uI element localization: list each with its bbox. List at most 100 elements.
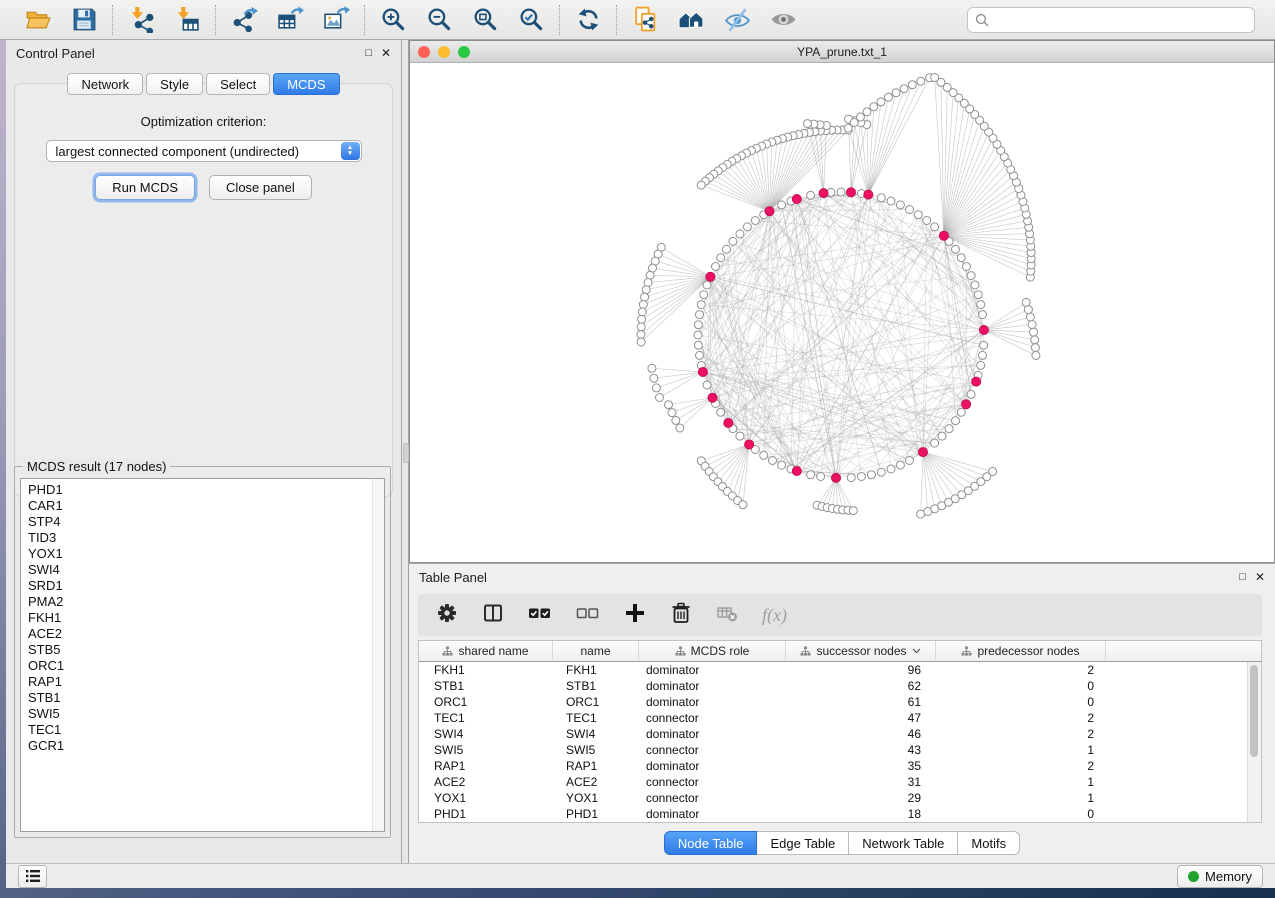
export-table-button[interactable] — [275, 5, 305, 35]
settings-gear-icon — [436, 602, 458, 624]
table-row[interactable]: ORC1ORC1dominator610 — [419, 694, 1261, 710]
result-node-item[interactable]: SWI4 — [28, 562, 384, 578]
tab-network[interactable]: Network — [67, 73, 143, 95]
result-node-item[interactable]: FKH1 — [28, 610, 384, 626]
table-row[interactable]: RAP1RAP1dominator352 — [419, 758, 1261, 774]
save-session-button[interactable] — [69, 5, 99, 35]
table-cell: 1 — [936, 790, 1106, 806]
close-panel-button[interactable]: Close panel — [209, 175, 312, 200]
search-field[interactable] — [967, 7, 1255, 33]
result-node-item[interactable]: SRD1 — [28, 578, 384, 594]
deselect-all-rows-button[interactable] — [576, 602, 600, 629]
tab-node-table[interactable]: Node Table — [664, 831, 758, 855]
result-node-item[interactable]: RAP1 — [28, 674, 384, 690]
result-node-item[interactable]: STB1 — [28, 690, 384, 706]
result-node-item[interactable]: TID3 — [28, 530, 384, 546]
open-file-button[interactable] — [23, 5, 53, 35]
table-scrollbar[interactable] — [1247, 662, 1261, 822]
tab-motifs[interactable]: Motifs — [958, 831, 1020, 855]
run-mcds-button[interactable]: Run MCDS — [95, 175, 195, 200]
tab-network-table[interactable]: Network Table — [849, 831, 958, 855]
minimize-window-icon[interactable] — [438, 46, 450, 58]
column-header-MCDS-role[interactable]: MCDS role — [639, 641, 786, 662]
add-icon — [624, 602, 646, 624]
refresh-layout-button[interactable] — [573, 5, 603, 35]
task-history-button[interactable] — [18, 865, 47, 888]
result-node-item[interactable]: TEC1 — [28, 722, 384, 738]
show-all-button[interactable] — [768, 5, 798, 35]
table-row[interactable]: TEC1TEC1connector472 — [419, 710, 1261, 726]
close-panel-icon[interactable]: ✕ — [381, 48, 391, 59]
table-row[interactable]: STB1STB1dominator620 — [419, 678, 1261, 694]
column-header-predecessor-nodes[interactable]: predecessor nodes — [936, 641, 1106, 662]
table-row[interactable]: PHD1PHD1dominator180 — [419, 806, 1261, 822]
save-icon — [71, 6, 98, 33]
import-table-button[interactable] — [172, 5, 202, 35]
zoom-selected-button[interactable] — [516, 5, 546, 35]
table-cell: dominator — [639, 726, 786, 742]
first-neighbors-button[interactable] — [676, 5, 706, 35]
table-scrollbar-thumb[interactable] — [1250, 665, 1258, 757]
column-header-filler — [1106, 641, 1261, 662]
result-node-item[interactable]: ORC1 — [28, 658, 384, 674]
result-list-scrollbar[interactable] — [372, 479, 384, 831]
table-row[interactable]: FKH1FKH1dominator962 — [419, 662, 1261, 678]
search-input[interactable] — [994, 11, 1247, 28]
table-cell: RAP1 — [419, 758, 553, 774]
memory-button[interactable]: Memory — [1177, 865, 1263, 888]
column-header-shared-name[interactable]: shared name — [419, 641, 553, 662]
zoom-in-button[interactable] — [378, 5, 408, 35]
table-row[interactable]: YOX1YOX1connector291 — [419, 790, 1261, 806]
table-cell — [1106, 790, 1261, 806]
duplicate-network-button[interactable] — [630, 5, 660, 35]
result-node-item[interactable]: CAR1 — [28, 498, 384, 514]
result-node-item[interactable]: YOX1 — [28, 546, 384, 562]
apply-function-button[interactable]: f(x) — [762, 605, 787, 626]
panel-splitter[interactable] — [402, 40, 409, 863]
zoom-out-button[interactable] — [424, 5, 454, 35]
mcds-result-list[interactable]: PHD1CAR1STP4TID3YOX1SWI4SRD1PMA2FKH1ACE2… — [20, 478, 385, 832]
result-node-item[interactable]: GCR1 — [28, 738, 384, 754]
close-table-panel-icon[interactable]: ✕ — [1255, 572, 1265, 583]
close-window-icon[interactable] — [418, 46, 430, 58]
table-settings-button[interactable] — [436, 602, 458, 629]
table-row[interactable]: SWI5SWI5connector431 — [419, 742, 1261, 758]
column-header-name[interactable]: name — [553, 641, 639, 662]
table-row[interactable]: ACE2ACE2connector311 — [419, 774, 1261, 790]
tab-select[interactable]: Select — [206, 73, 270, 95]
delete-column-button[interactable] — [670, 602, 692, 629]
memory-label: Memory — [1205, 869, 1252, 884]
tab-edge-table[interactable]: Edge Table — [757, 831, 849, 855]
network-graph[interactable] — [410, 63, 1274, 562]
table-cell — [1106, 710, 1261, 726]
first-neighbors-icon — [678, 6, 705, 33]
split-column-button[interactable] — [482, 602, 504, 629]
float-table-panel-icon[interactable]: □ — [1239, 572, 1246, 583]
column-type-icon — [800, 646, 811, 657]
criterion-select[interactable]: largest connected component (undirected)… — [46, 140, 362, 162]
tab-mcds[interactable]: MCDS — [273, 73, 339, 95]
table-row[interactable]: SWI4SWI4dominator462 — [419, 726, 1261, 742]
result-node-item[interactable]: PMA2 — [28, 594, 384, 610]
export-image-button[interactable] — [321, 5, 351, 35]
result-node-item[interactable]: STP4 — [28, 514, 384, 530]
column-header-successor-nodes[interactable]: successor nodes — [786, 641, 936, 662]
add-column-button[interactable] — [624, 602, 646, 629]
import-network-button[interactable] — [126, 5, 156, 35]
export-network-button[interactable] — [229, 5, 259, 35]
result-node-item[interactable]: SWI5 — [28, 706, 384, 722]
hide-selected-button[interactable] — [722, 5, 752, 35]
maximize-window-icon[interactable] — [458, 46, 470, 58]
delete-table-button[interactable] — [716, 602, 738, 629]
select-all-rows-button[interactable] — [528, 602, 552, 629]
result-node-item[interactable]: ACE2 — [28, 626, 384, 642]
zoom-fit-button[interactable] — [470, 5, 500, 35]
table-cell: 0 — [936, 694, 1106, 710]
network-canvas[interactable] — [410, 63, 1274, 562]
float-panel-icon[interactable]: □ — [365, 48, 372, 59]
search-icon — [975, 13, 989, 27]
table-cell — [1106, 742, 1261, 758]
result-node-item[interactable]: PHD1 — [28, 482, 384, 498]
result-node-item[interactable]: STB5 — [28, 642, 384, 658]
tab-style[interactable]: Style — [146, 73, 203, 95]
